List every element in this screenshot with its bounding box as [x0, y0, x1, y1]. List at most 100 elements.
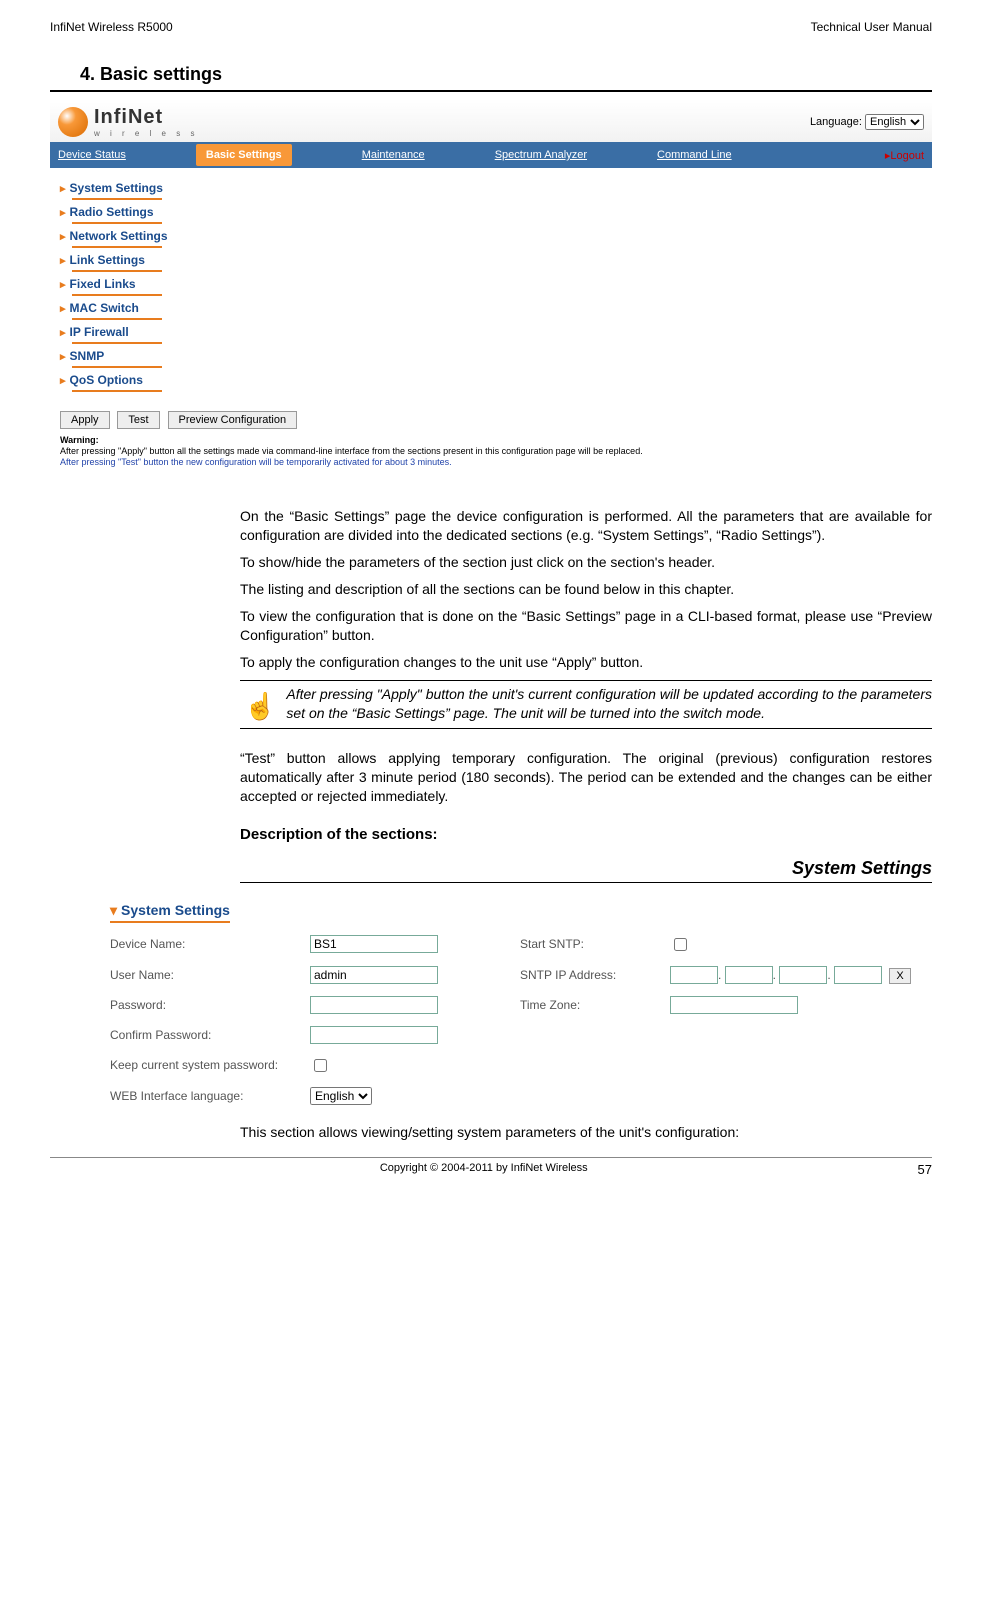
ip-octet[interactable] — [834, 966, 882, 984]
input-password[interactable] — [310, 996, 438, 1014]
navbar: Device Status Basic Settings Maintenance… — [50, 142, 932, 168]
apply-button[interactable]: Apply — [60, 411, 110, 429]
sidebar-item-link[interactable]: ▸ Link Settings — [60, 250, 922, 270]
sntp-ip-row: . . . X — [670, 966, 932, 984]
sidebar-label: QoS Options — [70, 373, 143, 387]
ss2-title: System Settings — [121, 902, 230, 918]
sidebar-item-network[interactable]: ▸ Network Settings — [60, 226, 922, 246]
label-confirm: Confirm Password: — [110, 1028, 310, 1042]
button-row: Apply Test Preview Configuration — [50, 404, 932, 435]
label-start-sntp: Start SNTP: — [520, 937, 670, 951]
logo-text: InfiNet — [94, 106, 198, 129]
screenshot-basic-settings: InfiNet w i r e l e s s Language: Englis… — [50, 102, 932, 477]
logo: InfiNet w i r e l e s s — [58, 106, 198, 138]
preview-button[interactable]: Preview Configuration — [168, 411, 298, 429]
clear-ip-button[interactable]: X — [889, 968, 910, 984]
label-timezone: Time Zone: — [520, 998, 670, 1012]
label-keep: Keep current system password: — [110, 1058, 310, 1072]
title-rule — [50, 90, 932, 92]
sidebar: ▸ System Settings ▸ Radio Settings ▸ Networ… — [50, 168, 932, 404]
nav-device-status[interactable]: Device Status — [58, 149, 126, 161]
screenshot-system-settings: ▾ System Settings Device Name: Start SNT… — [50, 898, 932, 1115]
nav-maintenance[interactable]: Maintenance — [362, 149, 425, 161]
header-left: InfiNet Wireless R5000 — [50, 20, 173, 34]
body-text-tail: This section allows viewing/setting syst… — [240, 1123, 932, 1142]
input-confirm[interactable] — [310, 1026, 438, 1044]
caret-icon: ▸ — [60, 374, 66, 387]
language-select[interactable]: English — [865, 114, 924, 130]
sidebar-label: MAC Switch — [70, 301, 139, 315]
sidebar-item-system[interactable]: ▸ System Settings — [60, 178, 922, 198]
para: To view the configuration that is done o… — [240, 607, 932, 645]
warning-text: Warning: After pressing "Apply" button a… — [50, 435, 932, 477]
sidebar-item-ipfw[interactable]: ▸IP Firewall — [60, 322, 922, 342]
para: The listing and description of all the s… — [240, 580, 932, 599]
logo-icon — [58, 107, 88, 137]
header-right: Technical User Manual — [811, 20, 932, 34]
caret-icon: ▸ — [60, 350, 66, 363]
caret-icon: ▸ — [60, 206, 66, 219]
input-timezone[interactable] — [670, 996, 798, 1014]
checkbox-start-sntp[interactable] — [674, 938, 687, 951]
system-settings-heading: System Settings — [240, 856, 932, 883]
description-heading: Description of the sections: — [240, 825, 932, 845]
sidebar-item-mac[interactable]: ▸ MAC Switch — [60, 298, 922, 318]
logout-link[interactable]: ▸Logout — [885, 149, 924, 162]
ip-octet[interactable] — [725, 966, 773, 984]
input-user-name[interactable] — [310, 966, 438, 984]
label-sntp-ip: SNTP IP Address: — [520, 968, 670, 982]
language-label: Language: — [810, 116, 862, 128]
body-text: On the “Basic Settings” page the device … — [240, 507, 932, 883]
para: To show/hide the parameters of the secti… — [240, 553, 932, 572]
warning-line: After pressing "Apply" button all the se… — [60, 446, 643, 456]
input-device-name[interactable] — [310, 935, 438, 953]
warning-head: Warning: — [60, 435, 922, 446]
note-box: ☝ After pressing "Apply" button the unit… — [240, 680, 932, 729]
para: To apply the configuration changes to th… — [240, 653, 932, 672]
sidebar-label: Fixed Links — [70, 277, 136, 291]
form-grid: Device Name: Start SNTP: User Name: SNTP… — [110, 935, 932, 1105]
sidebar-item-qos[interactable]: ▸ QoS Options — [60, 370, 922, 390]
nav-basic-settings[interactable]: Basic Settings — [196, 144, 292, 166]
note-text: After pressing "Apply" button the unit's… — [286, 685, 932, 724]
nav-spectrum[interactable]: Spectrum Analyzer — [495, 149, 587, 161]
sidebar-label: Link Settings — [70, 253, 145, 267]
copyright: Copyright © 2004-2011 by InfiNet Wireles… — [380, 1162, 588, 1177]
language-selector[interactable]: Language: English — [810, 114, 924, 130]
logo-subtext: w i r e l e s s — [94, 129, 198, 138]
sidebar-label: SNMP — [70, 349, 105, 363]
label-web-lang: WEB Interface language: — [110, 1089, 310, 1103]
para: “Test” button allows applying temporary … — [240, 749, 932, 806]
warning-line: After pressing "Test" button the new con… — [60, 457, 452, 467]
sidebar-label: Radio Settings — [70, 205, 154, 219]
caret-icon: ▸ — [60, 230, 66, 243]
sidebar-item-fixed[interactable]: ▸ Fixed Links — [60, 274, 922, 294]
caret-icon: ▸ — [60, 302, 66, 315]
hand-icon: ☝ — [240, 685, 286, 724]
caret-icon: ▸ — [60, 182, 66, 195]
ip-octet[interactable] — [670, 966, 718, 984]
test-button[interactable]: Test — [117, 411, 159, 429]
footer: Copyright © 2004-2011 by InfiNet Wireles… — [50, 1157, 932, 1177]
nav-command-line[interactable]: Command Line — [657, 149, 732, 161]
label-user-name: User Name: — [110, 968, 310, 982]
caret-down-icon: ▾ — [110, 902, 117, 919]
ip-octet[interactable] — [779, 966, 827, 984]
label-device-name: Device Name: — [110, 937, 310, 951]
caret-icon: ▸ — [60, 254, 66, 267]
section-title: 4. Basic settings — [80, 64, 932, 85]
para: On the “Basic Settings” page the device … — [240, 507, 932, 545]
select-web-lang[interactable]: English — [310, 1087, 372, 1105]
page-header: InfiNet Wireless R5000 Technical User Ma… — [50, 20, 932, 34]
sidebar-label: Network Settings — [70, 229, 168, 243]
sidebar-item-radio[interactable]: ▸ Radio Settings — [60, 202, 922, 222]
checkbox-keep-password[interactable] — [314, 1059, 327, 1072]
para: This section allows viewing/setting syst… — [240, 1123, 932, 1142]
sidebar-label: IP Firewall — [70, 325, 129, 339]
caret-icon: ▸ — [60, 278, 66, 291]
label-password: Password: — [110, 998, 310, 1012]
sidebar-label: System Settings — [70, 181, 163, 195]
sidebar-item-snmp[interactable]: ▸ SNMP — [60, 346, 922, 366]
ss2-header[interactable]: ▾ System Settings — [110, 898, 932, 921]
page-number: 57 — [918, 1162, 932, 1177]
